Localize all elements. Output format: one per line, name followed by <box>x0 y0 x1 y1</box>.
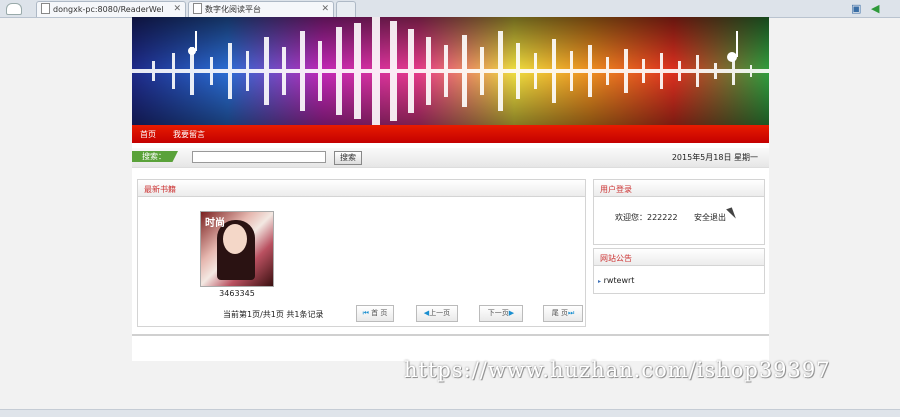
book-title-link[interactable]: 3463345 <box>200 289 274 298</box>
cover-masthead: 时尚 <box>205 218 225 229</box>
main-nav: 首页 我要留言 <box>132 125 769 143</box>
browser-tab-platform[interactable]: 数字化阅读平台 ✕ <box>188 1 334 17</box>
announcement-text: rwtewrt <box>603 276 635 285</box>
banner-image <box>132 17 769 125</box>
back-arrow-icon[interactable]: ◀ <box>871 2 879 15</box>
watermark-text: https://www.huzhan.com/ishop39397 <box>404 358 831 382</box>
close-icon[interactable]: ✕ <box>321 2 329 17</box>
page-icon <box>41 3 50 14</box>
header-banner <box>132 17 769 125</box>
tab-title: dongxk-pc:8080/ReaderWel <box>53 5 164 14</box>
welcome-text: 欢迎您：222222 <box>615 213 678 222</box>
last-page-button[interactable]: 尾 页⏭ <box>543 305 583 322</box>
search-input[interactable] <box>192 151 326 163</box>
browser-tab-reader[interactable]: dongxk-pc:8080/ReaderWel ✕ <box>36 1 186 17</box>
nav-message-link[interactable]: 我要留言 <box>173 129 205 140</box>
prev-page-button[interactable]: ◀上一页 <box>416 305 458 322</box>
last-page-icon: ⏭ <box>567 309 575 317</box>
browser-tab-bar: dongxk-pc:8080/ReaderWel ✕ 数字化阅读平台 ✕ ▣ ◀ <box>0 0 900 18</box>
search-button[interactable]: 搜索 <box>334 151 362 165</box>
panel-header: 网站公告 <box>594 249 764 266</box>
panel-header: 最新书籍 <box>138 180 585 197</box>
next-page-label: 下一页 <box>487 309 509 317</box>
panel-header: 用户登录 <box>594 180 764 197</box>
first-page-label: 首 页 <box>371 309 388 317</box>
nav-home-link[interactable]: 首页 <box>140 129 156 140</box>
latest-books-panel: 最新书籍 时尚 3463345 当前第1页/共1页 共1条记录 ⏮ 首 页 ◀上… <box>137 179 586 327</box>
first-page-button[interactable]: ⏮ 首 页 <box>356 305 394 322</box>
pager-status: 当前第1页/共1页 共1条记录 <box>223 310 324 319</box>
new-tab-button[interactable] <box>336 1 356 17</box>
tab-title: 数字化阅读平台 <box>205 5 261 14</box>
user-login-panel: 用户登录 欢迎您：222222 安全退出 <box>593 179 765 245</box>
web-page: 首页 我要留言 搜索： 搜索 2015年5月18日 星期一 最新书籍 时尚 34… <box>132 17 769 361</box>
page-icon <box>193 3 202 14</box>
next-page-button[interactable]: 下一页▶ <box>479 305 523 322</box>
mouse-cursor-icon <box>726 207 736 221</box>
chevron-right-icon: ▶ <box>508 309 515 317</box>
panel-title: 网站公告 <box>600 254 632 263</box>
last-page-label: 尾 页 <box>551 309 568 317</box>
close-icon[interactable]: ✕ <box>173 2 181 17</box>
page-tools-icon[interactable]: ▣ <box>851 2 861 15</box>
panel-title: 用户登录 <box>600 185 632 194</box>
panel-title: 最新书籍 <box>144 185 176 194</box>
first-page-icon: ⏮ <box>362 309 369 317</box>
bullet-icon: ▸ <box>598 278 602 285</box>
logout-link[interactable]: 安全退出 <box>694 212 726 223</box>
search-label: 搜索： <box>132 151 178 162</box>
current-date: 2015年5月18日 星期一 <box>671 153 758 162</box>
prev-page-label: 上一页 <box>429 309 451 317</box>
announcement-panel: 网站公告 ▸ rwtewrt <box>593 248 765 294</box>
book-cover-image[interactable]: 时尚 <box>200 211 274 287</box>
browser-logo-icon <box>6 3 22 15</box>
search-bar: 搜索： 搜索 2015年5月18日 星期一 <box>132 148 769 168</box>
footer-divider <box>132 334 769 336</box>
announcement-item[interactable]: ▸ rwtewrt <box>598 276 634 285</box>
